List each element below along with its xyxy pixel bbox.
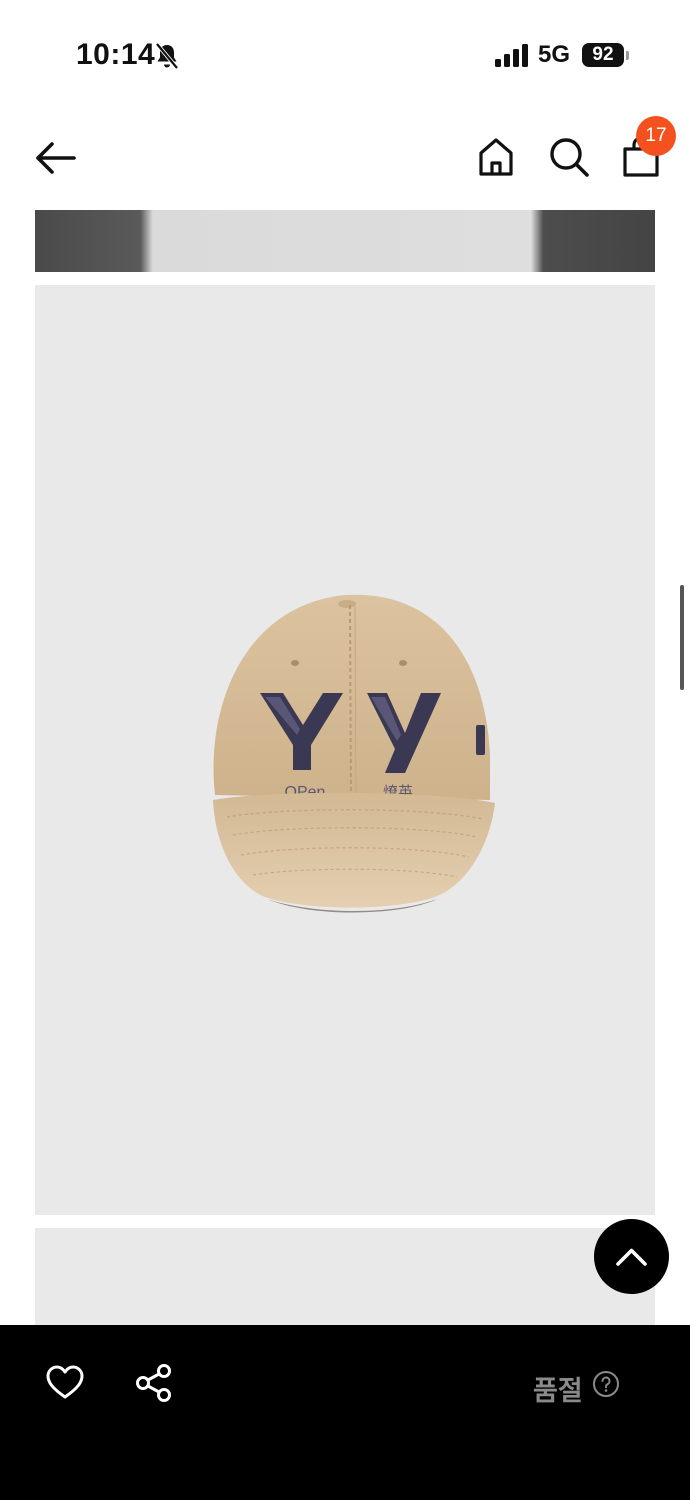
signal-icon xyxy=(495,44,528,67)
status-time: 10:14 xyxy=(76,38,156,71)
product-image-next xyxy=(35,1228,655,1328)
soldout-label: 품절 xyxy=(533,1376,583,1407)
home-icon[interactable] xyxy=(476,136,516,178)
help-icon[interactable] xyxy=(592,1370,620,1398)
scrollbar[interactable] xyxy=(680,585,684,690)
chevron-up-icon xyxy=(616,1248,647,1266)
cap-illustration: OPen 燎英 xyxy=(213,594,495,913)
cart-count-badge: 17 xyxy=(636,116,676,156)
bell-off-icon xyxy=(155,42,179,70)
status-bar: 10:14 5G 92 xyxy=(0,0,690,110)
back-arrow-icon[interactable] xyxy=(32,138,78,178)
bottom-action-bar: 품절 xyxy=(0,1325,690,1500)
scroll-to-top-button[interactable] xyxy=(594,1219,669,1294)
battery-icon: 92 xyxy=(582,43,624,67)
network-type: 5G xyxy=(538,41,571,68)
product-image-cap: OPen 燎英 xyxy=(35,285,655,1215)
product-image-top xyxy=(35,210,655,272)
search-icon[interactable] xyxy=(548,136,590,178)
share-icon[interactable] xyxy=(134,1363,174,1403)
nav-bar xyxy=(0,110,690,210)
battery-tip xyxy=(626,51,629,60)
heart-icon[interactable] xyxy=(46,1365,84,1401)
